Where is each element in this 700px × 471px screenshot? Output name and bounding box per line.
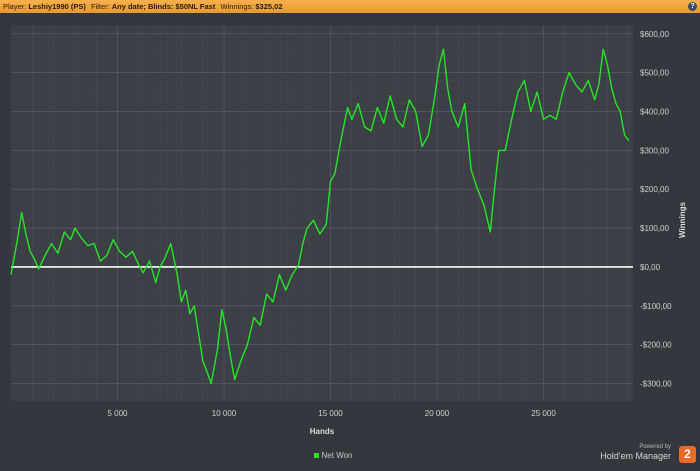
y-tick-label: $500,00 (640, 69, 669, 78)
x-tick-label: 20 000 (425, 409, 450, 418)
x-tick-label: 15 000 (318, 409, 343, 418)
y-tick-label: $300,00 (640, 146, 669, 155)
player-value: Leshiy1990 (PS) (28, 2, 86, 11)
product-name: Hold'em Manager (600, 451, 671, 461)
branding: Powered by Hold'em Manager 2 (588, 444, 698, 468)
x-tick-label: 10 000 (212, 409, 237, 418)
filter-label: Filter: (90, 2, 110, 11)
help-icon[interactable]: ? (688, 2, 697, 11)
y-tick-label: $400,00 (640, 107, 669, 116)
y-tick-label: -$200,00 (640, 341, 672, 350)
y-axis-label: Winnings (678, 201, 687, 237)
x-tick-label: 5 000 (107, 409, 128, 418)
net-won-swatch (313, 453, 319, 459)
y-tick-label: $600,00 (640, 30, 669, 39)
x-tick-label: 25 000 (531, 409, 556, 418)
y-tick-label: -$300,00 (640, 380, 672, 389)
powered-by-text: Powered by (639, 444, 671, 450)
x-axis-label: Hands (310, 427, 335, 436)
y-tick-label: $0,00 (640, 263, 661, 272)
winnings-value: $325,02 (255, 2, 283, 11)
y-tick-label: $200,00 (640, 185, 669, 194)
y-tick-label: $100,00 (640, 224, 669, 233)
legend-label: Net Won (321, 451, 353, 460)
filter-value: Any date; Blinds: $50NL Fast (111, 2, 216, 11)
x-axis-ticks: 5 000 10 000 15 000 20 000 25 000 (107, 409, 556, 418)
player-info-bar: Player: Leshiy1990 (PS) Filter: Any date; … (0, 0, 700, 13)
chart-legend[interactable]: Net Won (0, 451, 666, 460)
y-tick-label: -$100,00 (640, 302, 672, 311)
winnings-chart: 5 000 10 000 15 000 20 000 25 000 $600,00 $50… (10, 25, 687, 436)
player-label: Player: (3, 2, 27, 11)
hm2-logo: 2 (679, 446, 696, 463)
y-axis-ticks: $600,00 $500,00 $400,00 $300,00 $200,00 $100,… (640, 30, 672, 389)
winnings-label: Winnings: (220, 2, 254, 11)
